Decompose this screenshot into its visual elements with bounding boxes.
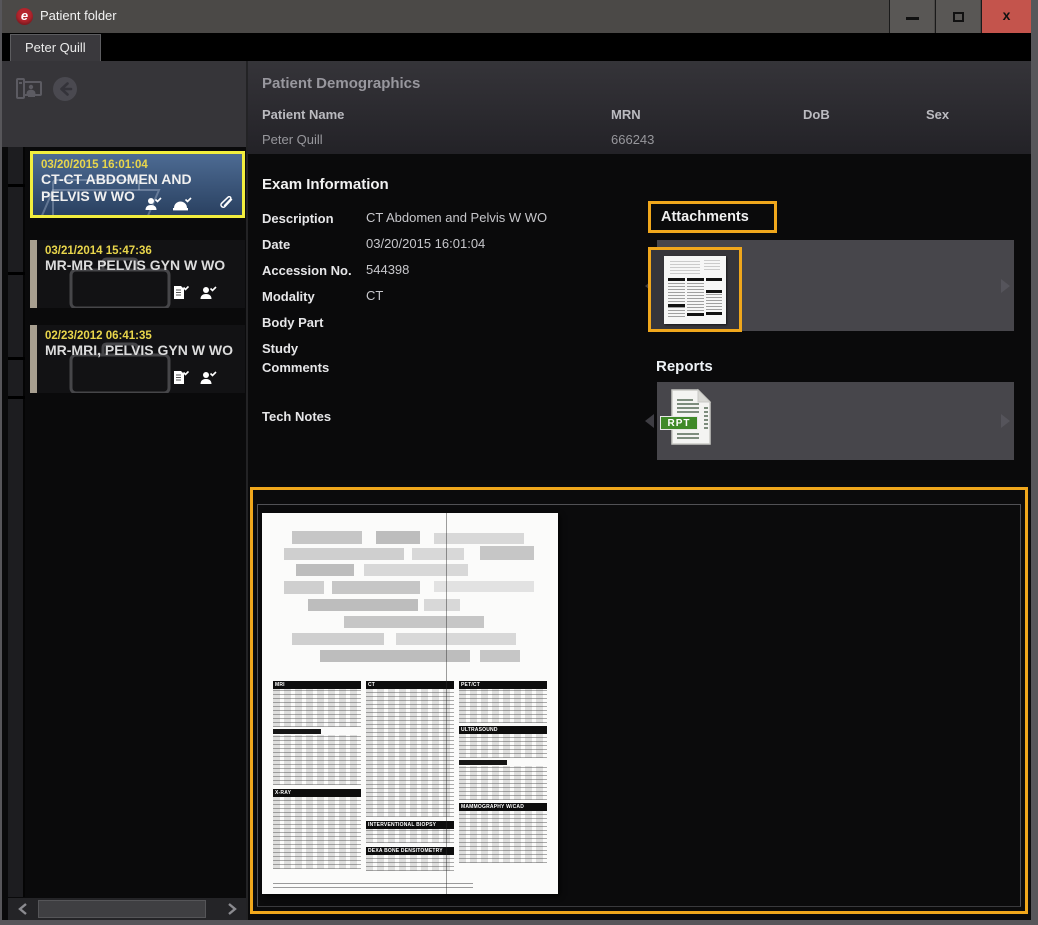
- exam-label-tech-notes: Tech Notes: [262, 408, 366, 427]
- study-date: 03/20/2015 16:01:04: [41, 159, 234, 171]
- maximize-icon: [953, 12, 964, 22]
- attachment-thumbnail-page: [664, 256, 726, 324]
- exam-label-body-part: Body Part: [262, 314, 366, 333]
- demographics-title: Patient Demographics: [262, 75, 420, 92]
- person-check2-icon: [172, 196, 192, 211]
- person-check-icon: [144, 196, 162, 211]
- study-date: 03/21/2014 15:47:36: [45, 245, 237, 257]
- person-check-icon: [199, 285, 217, 300]
- timeline-tick: [8, 357, 25, 360]
- field-label-mrn: MRN: [611, 107, 641, 122]
- patient-folder-window: e Patient folder x Peter Quill: [0, 0, 1038, 925]
- scanned-document: MRI X-RAY CT INTERVENTIONAL BIOPSY DEXA …: [262, 513, 558, 894]
- scroll-left-icon[interactable]: [8, 898, 38, 920]
- sidebar-divider: [246, 61, 248, 920]
- redacted-header-mosaic: [284, 531, 534, 671]
- exam-label-description: Description: [262, 210, 366, 229]
- study-item-mr-pelvis-2014[interactable]: 03/21/2014 15:47:36 MR-MR PELVIS GYN W W…: [30, 240, 245, 308]
- exam-value-description: CT Abdomen and Pelvis W WO: [366, 210, 547, 229]
- study-title: MR-MRI, PELVIS GYN W WO: [45, 342, 237, 359]
- exam-value-modality: CT: [366, 288, 383, 307]
- study-item-mri-pelvis-2012[interactable]: 02/23/2012 06:41:35 MR-MRI, PELVIS GYN W…: [30, 325, 245, 393]
- window-frame: [0, 0, 2, 925]
- study-title: MR-MR PELVIS GYN W WO: [45, 257, 237, 274]
- patient-name-value: Peter Quill: [262, 132, 323, 147]
- window-title: Patient folder: [40, 8, 117, 23]
- exam-information-title: Exam Information: [262, 176, 389, 193]
- form-section-mammography: MAMMOGRAPHY W/CAD: [459, 803, 547, 811]
- form-section-interventional-biopsy: INTERVENTIONAL BIOPSY: [366, 821, 454, 829]
- exam-label-study-comments: Study Comments: [262, 340, 342, 378]
- form-section-ultrasound: ULTRASOUND: [459, 726, 547, 734]
- exam-label-accession: Accession No.: [262, 262, 366, 281]
- close-button[interactable]: x: [981, 0, 1031, 33]
- back-button[interactable]: [52, 76, 78, 102]
- form-section-petct: PET/CT: [459, 681, 547, 689]
- study-item-ct-abdomen[interactable]: 03/20/2015 16:01:04 CT-CT ABDOMEN AND PE…: [30, 151, 245, 218]
- carousel-left-icon[interactable]: [645, 414, 654, 428]
- window-frame: [0, 920, 1038, 925]
- attachments-title: Attachments: [651, 209, 749, 225]
- document-check-icon: [173, 285, 189, 300]
- minimize-icon: [906, 17, 919, 20]
- attachment-preview-panel: MRI X-RAY CT INTERVENTIONAL BIOPSY DEXA …: [250, 487, 1028, 914]
- patient-demographics-panel: Patient Demographics Patient Name MRN Do…: [248, 61, 1031, 154]
- title-bar: e Patient folder: [2, 0, 1031, 33]
- document-check-icon: [173, 370, 189, 385]
- tab-patient[interactable]: Peter Quill: [10, 34, 101, 61]
- document-footnote: [273, 881, 473, 888]
- timeline-tick: [8, 184, 25, 187]
- order-form: MRI X-RAY CT INTERVENTIONAL BIOPSY DEXA …: [273, 681, 547, 867]
- patient-folder-icon[interactable]: [16, 76, 42, 102]
- carousel-right-icon[interactable]: [1001, 414, 1010, 428]
- attachment-thumbnail[interactable]: [648, 247, 742, 332]
- report-document-icon[interactable]: RPT: [664, 388, 714, 448]
- minimize-button[interactable]: [889, 0, 934, 33]
- study-date: 02/23/2012 06:41:35: [45, 330, 237, 342]
- app-logo-icon: e: [16, 8, 33, 25]
- paperclip-icon: [220, 196, 234, 211]
- tab-strip: Peter Quill: [2, 33, 1031, 61]
- close-icon: x: [982, 7, 1031, 23]
- form-section-dexa: DEXA BONE DENSITOMETRY: [366, 847, 454, 855]
- exam-label-modality: Modality: [262, 288, 366, 307]
- exam-value-date: 03/20/2015 16:01:04: [366, 236, 485, 255]
- reports-title: Reports: [656, 358, 713, 375]
- field-label-sex: Sex: [926, 107, 949, 122]
- form-section-ct: CT: [366, 681, 454, 689]
- mrn-value: 666243: [611, 132, 654, 147]
- window-frame: [1031, 0, 1038, 925]
- form-section-xray: X-RAY: [273, 789, 361, 797]
- person-check-icon: [199, 370, 217, 385]
- sidebar-toolbar: [2, 61, 247, 147]
- scrollbar-thumb[interactable]: [38, 900, 206, 918]
- scroll-right-icon[interactable]: [217, 898, 247, 920]
- timeline-rail: [8, 147, 25, 897]
- timeline-tick: [8, 396, 25, 399]
- sidebar-hscrollbar[interactable]: [8, 898, 247, 920]
- field-label-dob: DoB: [803, 107, 830, 122]
- carousel-right-icon[interactable]: [1001, 279, 1010, 293]
- form-section-mri: MRI: [273, 681, 361, 689]
- document-fold-line: [446, 513, 447, 894]
- rpt-badge: RPT: [660, 416, 698, 430]
- exam-value-accession: 544398: [366, 262, 409, 281]
- maximize-button[interactable]: [935, 0, 980, 33]
- field-label-patient-name: Patient Name: [262, 107, 344, 122]
- timeline-tick: [8, 272, 25, 275]
- attachments-highlight-box: Attachments: [648, 201, 777, 233]
- exam-label-date: Date: [262, 236, 366, 255]
